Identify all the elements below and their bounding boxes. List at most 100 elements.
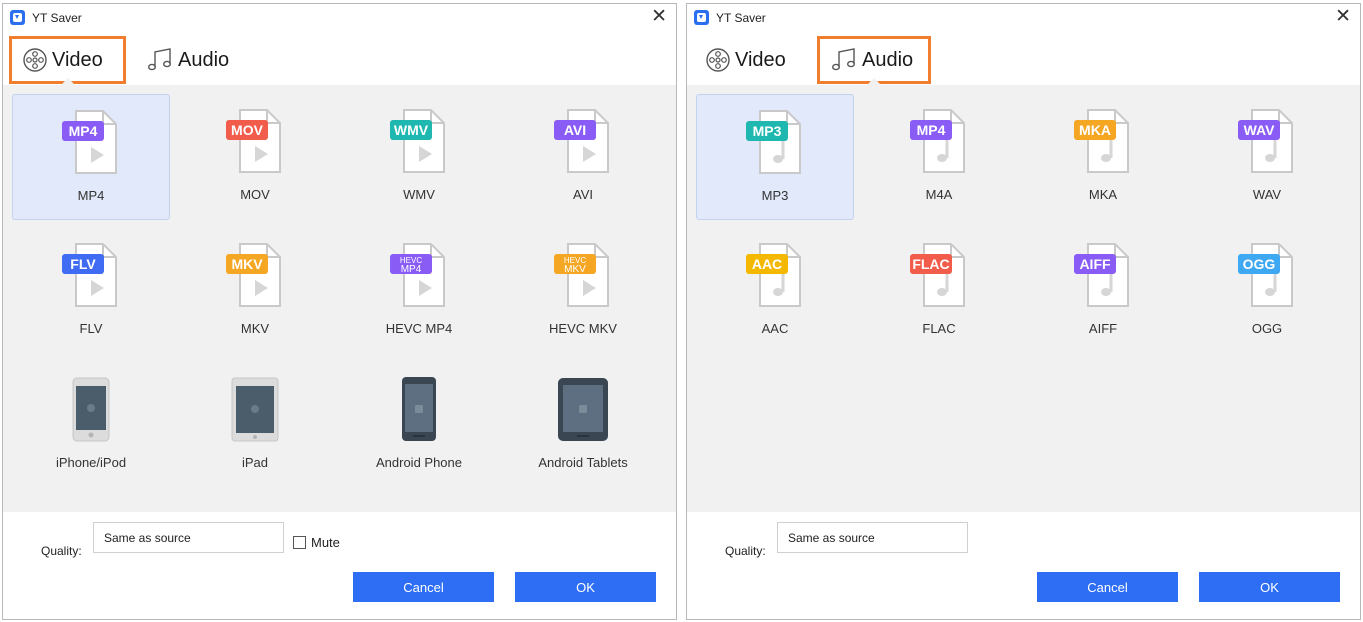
svg-text:MKV: MKV [231, 256, 263, 272]
mute-label: Mute [311, 535, 340, 550]
video-file-icon: MOV [226, 109, 281, 173]
svg-text:OGG: OGG [1243, 256, 1276, 272]
title-bar: YT Saver ✕ [3, 4, 676, 34]
tab-video[interactable]: Video [9, 36, 126, 84]
audio-format-dialog: YT Saver ✕ Video Audio MP3 MP3 MP4 M4A MKA M [686, 3, 1361, 620]
ipad-icon [231, 377, 279, 442]
format-icon: MP4 [56, 109, 126, 180]
video-file-icon: HEVCMP4 [390, 243, 445, 307]
format-option-android-phone[interactable]: Android Phone [340, 362, 498, 488]
format-label: AVI [573, 187, 593, 202]
cancel-button[interactable]: Cancel [1037, 572, 1178, 602]
bottom-panel: Quality: Same as source Cancel OK [687, 512, 1360, 619]
format-label: iPad [241, 455, 269, 470]
format-icon: WMV [384, 108, 454, 179]
format-icon: AIFF [1068, 242, 1138, 313]
format-label: HEVC MP4 [385, 321, 453, 336]
svg-text:WAV: WAV [1244, 122, 1276, 138]
video-file-icon: FLV [62, 243, 117, 307]
svg-text:FLAC: FLAC [912, 256, 949, 272]
film-reel-icon [706, 48, 730, 72]
format-option-mp4[interactable]: MP4 MP4 [12, 94, 170, 220]
quality-select[interactable]: Same as source [777, 522, 968, 553]
cancel-button[interactable]: Cancel [353, 572, 494, 602]
format-tabs: Video Audio [687, 34, 1360, 86]
format-label: iPhone/iPod [55, 455, 127, 470]
ok-button[interactable]: OK [515, 572, 656, 602]
format-grid: MP3 MP3 MP4 M4A MKA MKA WAV WAV AAC AAC FLAC FLAC AI… [687, 85, 1360, 512]
format-option-hevc-mkv[interactable]: HEVC MKV HEVC MKV [504, 228, 662, 354]
format-option-mkv[interactable]: MKV MKV [176, 228, 334, 354]
format-option-aiff[interactable]: AIFF AIFF [1024, 228, 1182, 354]
video-file-icon: HEVCMKV [554, 243, 609, 307]
format-label: WAV [1252, 187, 1282, 202]
svg-text:WMV: WMV [394, 122, 429, 138]
android-tablet-icon [558, 378, 608, 441]
video-format-dialog: YT Saver ✕ Video Audio MP4 MP4 MOV MOV WMV W [2, 3, 677, 620]
tab-video-label: Video [735, 48, 786, 71]
format-option-avi[interactable]: AVI AVI [504, 94, 662, 220]
close-button[interactable]: ✕ [651, 7, 667, 27]
format-icon: MP3 [740, 109, 810, 180]
format-label: OGG [1251, 321, 1283, 336]
format-icon: AVI [548, 108, 618, 179]
audio-file-icon: MP4 [910, 109, 965, 173]
app-download-icon [10, 10, 25, 25]
format-option-wmv[interactable]: WMV WMV [340, 94, 498, 220]
svg-text:FLV: FLV [70, 256, 96, 272]
quality-select[interactable]: Same as source [93, 522, 284, 553]
audio-file-icon: FLAC [910, 243, 965, 307]
format-option-iphone-ipod[interactable]: iPhone/iPod [12, 362, 170, 488]
format-option-m4a[interactable]: MP4 M4A [860, 94, 1018, 220]
format-icon [56, 376, 126, 447]
title-bar: YT Saver ✕ [687, 4, 1360, 34]
format-label: Android Tablets [538, 455, 628, 470]
tab-video-label: Video [52, 48, 103, 71]
format-option-mp3[interactable]: MP3 MP3 [696, 94, 854, 220]
iphone-icon [72, 377, 110, 442]
format-icon: MKA [1068, 108, 1138, 179]
format-icon: HEVC MKV [548, 242, 618, 313]
window-title: YT Saver [716, 11, 766, 25]
svg-text:MP4: MP4 [69, 123, 98, 139]
ok-button[interactable]: OK [1199, 572, 1340, 602]
format-label: AAC [761, 321, 789, 336]
svg-text:MKA: MKA [1079, 122, 1111, 138]
format-option-wav[interactable]: WAV WAV [1188, 94, 1346, 220]
format-label: MP4 [77, 188, 105, 203]
audio-file-icon: MKA [1074, 109, 1129, 173]
tab-audio[interactable]: Audio [817, 36, 931, 84]
tab-video[interactable]: Video [695, 36, 805, 84]
format-label: MKV [240, 321, 270, 336]
format-option-mka[interactable]: MKA MKA [1024, 94, 1182, 220]
format-option-mov[interactable]: MOV MOV [176, 94, 334, 220]
close-button[interactable]: ✕ [1335, 7, 1351, 27]
format-label: M4A [925, 187, 953, 202]
video-file-icon: AVI [554, 109, 609, 173]
audio-file-icon: MP3 [746, 110, 801, 174]
quality-label: Quality: [41, 544, 82, 558]
format-icon: MP4 [904, 108, 974, 179]
format-option-ogg[interactable]: OGG OGG [1188, 228, 1346, 354]
svg-text:MKV: MKV [564, 264, 586, 275]
video-file-icon: WMV [390, 109, 445, 173]
format-option-ipad[interactable]: iPad [176, 362, 334, 488]
format-option-aac[interactable]: AAC AAC [696, 228, 854, 354]
svg-text:MOV: MOV [231, 122, 264, 138]
bottom-panel: Quality: Same as source Mute Cancel OK [3, 512, 676, 619]
format-label: Android Phone [375, 455, 462, 470]
audio-file-icon: AAC [746, 243, 801, 307]
audio-file-icon: AIFF [1074, 243, 1129, 307]
format-option-hevc-mp4[interactable]: HEVC MP4 HEVC MP4 [340, 228, 498, 354]
format-option-android-tablets[interactable]: Android Tablets [504, 362, 662, 488]
format-option-flac[interactable]: FLAC FLAC [860, 228, 1018, 354]
format-option-flv[interactable]: FLV FLV [12, 228, 170, 354]
tab-audio[interactable]: Audio [136, 36, 246, 84]
format-icon: WAV [1232, 108, 1302, 179]
svg-text:AVI: AVI [564, 122, 586, 138]
format-grid: MP4 MP4 MOV MOV WMV WMV AVI AVI FLV FLV MKV MKV HEVC… [3, 85, 676, 512]
format-icon: AAC [740, 242, 810, 313]
format-icon: MKV [220, 242, 290, 313]
mute-checkbox[interactable] [293, 536, 306, 549]
format-icon: FLV [56, 242, 126, 313]
